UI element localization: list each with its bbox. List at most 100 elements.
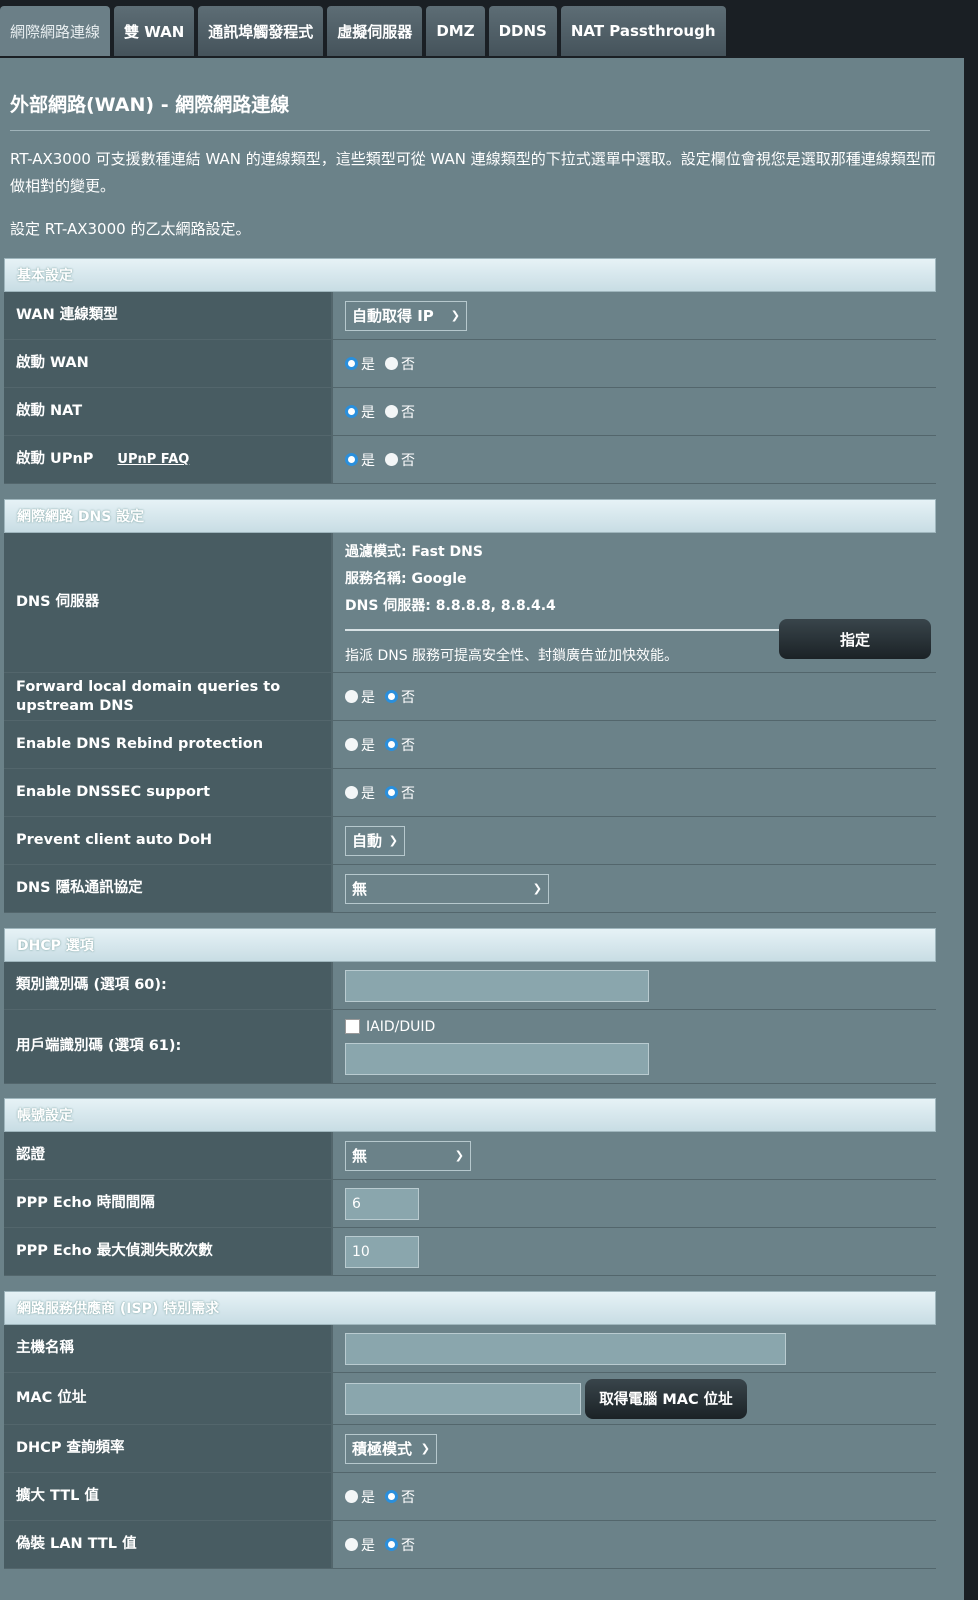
page-subdescription: 設定 RT-AX3000 的乙太網路設定。	[10, 220, 251, 238]
tab-bar: 網際網路連線 雙 WAN 通訊埠觸發程式 虛擬伺服器 DMZ DDNS NAT …	[0, 6, 726, 58]
forward-local-label: Forward local domain queries to upstream…	[4, 673, 331, 720]
mac-label: MAC 位址	[4, 1373, 331, 1424]
lan-ttl-no-radio[interactable]: 否	[385, 1535, 415, 1555]
echo-interval-input[interactable]: 6	[345, 1187, 419, 1220]
row-echo-interval: PPP Echo 時間間隔 6	[4, 1180, 936, 1228]
enable-nat-no-radio[interactable]: 否	[385, 402, 415, 422]
chevron-down-icon: ❯	[420, 1442, 430, 1455]
class-id-input[interactable]	[345, 969, 649, 1002]
row-echo-fail: PPP Echo 最大偵測失敗次數 10	[4, 1228, 936, 1276]
ttl-yes-radio[interactable]: 是	[345, 1487, 375, 1507]
section-header: 基本設定	[4, 258, 936, 292]
prevent-doh-label: Prevent client auto DoH	[4, 817, 331, 864]
row-class-id: 類別識別碼 (選項 60):	[4, 962, 936, 1010]
prevent-doh-value: 自動	[352, 832, 383, 850]
row-enable-upnp: 啟動 UPnP UPnP FAQ 是 否	[4, 436, 936, 484]
row-dns-rebind: Enable DNS Rebind protection 是 否	[4, 721, 936, 769]
dns-servers: DNS 伺服器: 8.8.8.8, 8.8.4.4	[345, 598, 556, 614]
enable-wan-no-radio[interactable]: 否	[385, 354, 415, 374]
row-auth: 認證 無 ❯	[4, 1132, 936, 1180]
auth-label: 認證	[4, 1132, 331, 1179]
ttl-no-radio[interactable]: 否	[385, 1487, 415, 1507]
row-hostname: 主機名稱	[4, 1325, 936, 1373]
class-id-label: 類別識別碼 (選項 60):	[4, 962, 331, 1009]
row-wan-type: WAN 連線類型 自動取得 IP ❯	[4, 292, 936, 340]
hostname-input[interactable]	[345, 1332, 786, 1365]
rebind-yes-radio[interactable]: 是	[345, 735, 375, 755]
content-panel: 外部網路(WAN) - 網際網路連線 RT-AX3000 可支援數種連結 WAN…	[0, 58, 964, 1600]
enable-wan-yes-radio[interactable]: 是	[345, 354, 375, 374]
upnp-faq-link[interactable]: UPnP FAQ	[117, 450, 189, 469]
dns-filter-mode: 過濾模式: Fast DNS	[345, 544, 483, 560]
lan-ttl-label: 偽裝 LAN TTL 值	[4, 1521, 331, 1568]
page-description: RT-AX3000 可支援數種連結 WAN 的連線類型，這些類型可從 WAN 連…	[10, 150, 936, 195]
row-dhcp-freq: DHCP 查詢頻率 積極模式 ❯	[4, 1425, 936, 1473]
dnssec-yes-radio[interactable]: 是	[345, 783, 375, 803]
dns-note: 指派 DNS 服務可提高安全性、封鎖廣告並加快效能。	[345, 648, 679, 664]
row-dnssec: Enable DNSSEC support 是 否	[4, 769, 936, 817]
tab-ddns[interactable]: DDNS	[488, 6, 557, 56]
dhcp-freq-label: DHCP 查詢頻率	[4, 1425, 331, 1472]
client-id-label: 用戶端識別碼 (選項 61):	[4, 1010, 331, 1083]
dns-server-label: DNS 伺服器	[4, 533, 331, 672]
tab-nat-passthrough[interactable]: NAT Passthrough	[560, 6, 726, 56]
tab-dual-wan[interactable]: 雙 WAN	[114, 6, 195, 56]
enable-nat-yes-radio[interactable]: 是	[345, 402, 375, 422]
dns-divider	[345, 629, 785, 631]
mac-input[interactable]	[345, 1382, 581, 1415]
tab-port-trigger[interactable]: 通訊埠觸發程式	[198, 6, 324, 56]
tab-dmz[interactable]: DMZ	[426, 6, 485, 56]
auth-value: 無	[352, 1147, 368, 1165]
dns-privacy-select[interactable]: 無 ❯	[345, 873, 549, 904]
get-mac-button[interactable]: 取得電腦 MAC 位址	[585, 1378, 747, 1419]
enable-upnp-label: 啟動 UPnP	[16, 451, 94, 467]
row-dns-privacy: DNS 隱私通訊協定 無 ❯	[4, 865, 936, 913]
ttl-label: 擴大 TTL 值	[4, 1473, 331, 1520]
client-id-input[interactable]	[345, 1042, 649, 1075]
dnssec-no-radio[interactable]: 否	[385, 783, 415, 803]
dns-settings-section: 網際網路 DNS 設定 DNS 伺服器 過濾模式: Fast DNS 服務名稱:…	[4, 499, 936, 913]
section-header: 網際網路 DNS 設定	[4, 499, 936, 533]
dns-privacy-value: 無	[352, 880, 368, 898]
basic-settings-section: 基本設定 WAN 連線類型 自動取得 IP ❯ 啟動 WAN 是 否 啟動 NA…	[4, 258, 936, 484]
assign-dns-button[interactable]: 指定	[779, 619, 931, 659]
prevent-doh-select[interactable]: 自動 ❯	[345, 825, 405, 856]
wan-type-value: 自動取得 IP	[352, 307, 434, 325]
dhcp-freq-select[interactable]: 積極模式 ❯	[345, 1433, 437, 1464]
row-mac: MAC 位址 取得電腦 MAC 位址	[4, 1373, 936, 1425]
forward-yes-radio[interactable]: 是	[345, 687, 375, 707]
section-header: 網路服務供應商 (ISP) 特別需求	[4, 1291, 936, 1325]
row-enable-wan: 啟動 WAN 是 否	[4, 340, 936, 388]
dns-privacy-label: DNS 隱私通訊協定	[4, 865, 331, 912]
hostname-label: 主機名稱	[4, 1325, 331, 1372]
wan-type-label: WAN 連線類型	[4, 292, 331, 339]
enable-upnp-yes-radio[interactable]: 是	[345, 450, 375, 470]
forward-no-radio[interactable]: 否	[385, 687, 415, 707]
iaid-checkbox[interactable]: IAID/DUID	[345, 1019, 435, 1035]
auth-select[interactable]: 無 ❯	[345, 1140, 471, 1171]
row-ttl: 擴大 TTL 值 是 否	[4, 1473, 936, 1521]
chevron-down-icon: ❯	[454, 1149, 464, 1162]
tab-virtual-server[interactable]: 虛擬伺服器	[327, 6, 423, 56]
section-header: DHCP 選項	[4, 928, 936, 962]
rebind-no-radio[interactable]: 否	[385, 735, 415, 755]
wan-type-select[interactable]: 自動取得 IP ❯	[345, 300, 467, 331]
page-title: 外部網路(WAN) - 網際網路連線	[10, 94, 290, 116]
tab-internet-connection[interactable]: 網際網路連線	[0, 6, 111, 56]
row-prevent-doh: Prevent client auto DoH 自動 ❯	[4, 817, 936, 865]
chevron-down-icon: ❯	[532, 882, 542, 895]
echo-fail-input[interactable]: 10	[345, 1235, 419, 1268]
title-divider	[10, 130, 930, 131]
chevron-down-icon: ❯	[388, 834, 398, 847]
dhcp-freq-value: 積極模式	[352, 1440, 413, 1458]
dns-service-name: 服務名稱: Google	[345, 571, 467, 587]
enable-upnp-no-radio[interactable]: 否	[385, 450, 415, 470]
section-header: 帳號設定	[4, 1098, 936, 1132]
row-dns-server: DNS 伺服器 過濾模式: Fast DNS 服務名稱: Google DNS …	[4, 533, 936, 673]
row-lan-ttl: 偽裝 LAN TTL 值 是 否	[4, 1521, 936, 1569]
lan-ttl-yes-radio[interactable]: 是	[345, 1535, 375, 1555]
row-enable-nat: 啟動 NAT 是 否	[4, 388, 936, 436]
dnssec-label: Enable DNSSEC support	[4, 769, 331, 816]
enable-wan-label: 啟動 WAN	[4, 340, 331, 387]
dhcp-options-section: DHCP 選項 類別識別碼 (選項 60): 用戶端識別碼 (選項 61): I…	[4, 928, 936, 1084]
